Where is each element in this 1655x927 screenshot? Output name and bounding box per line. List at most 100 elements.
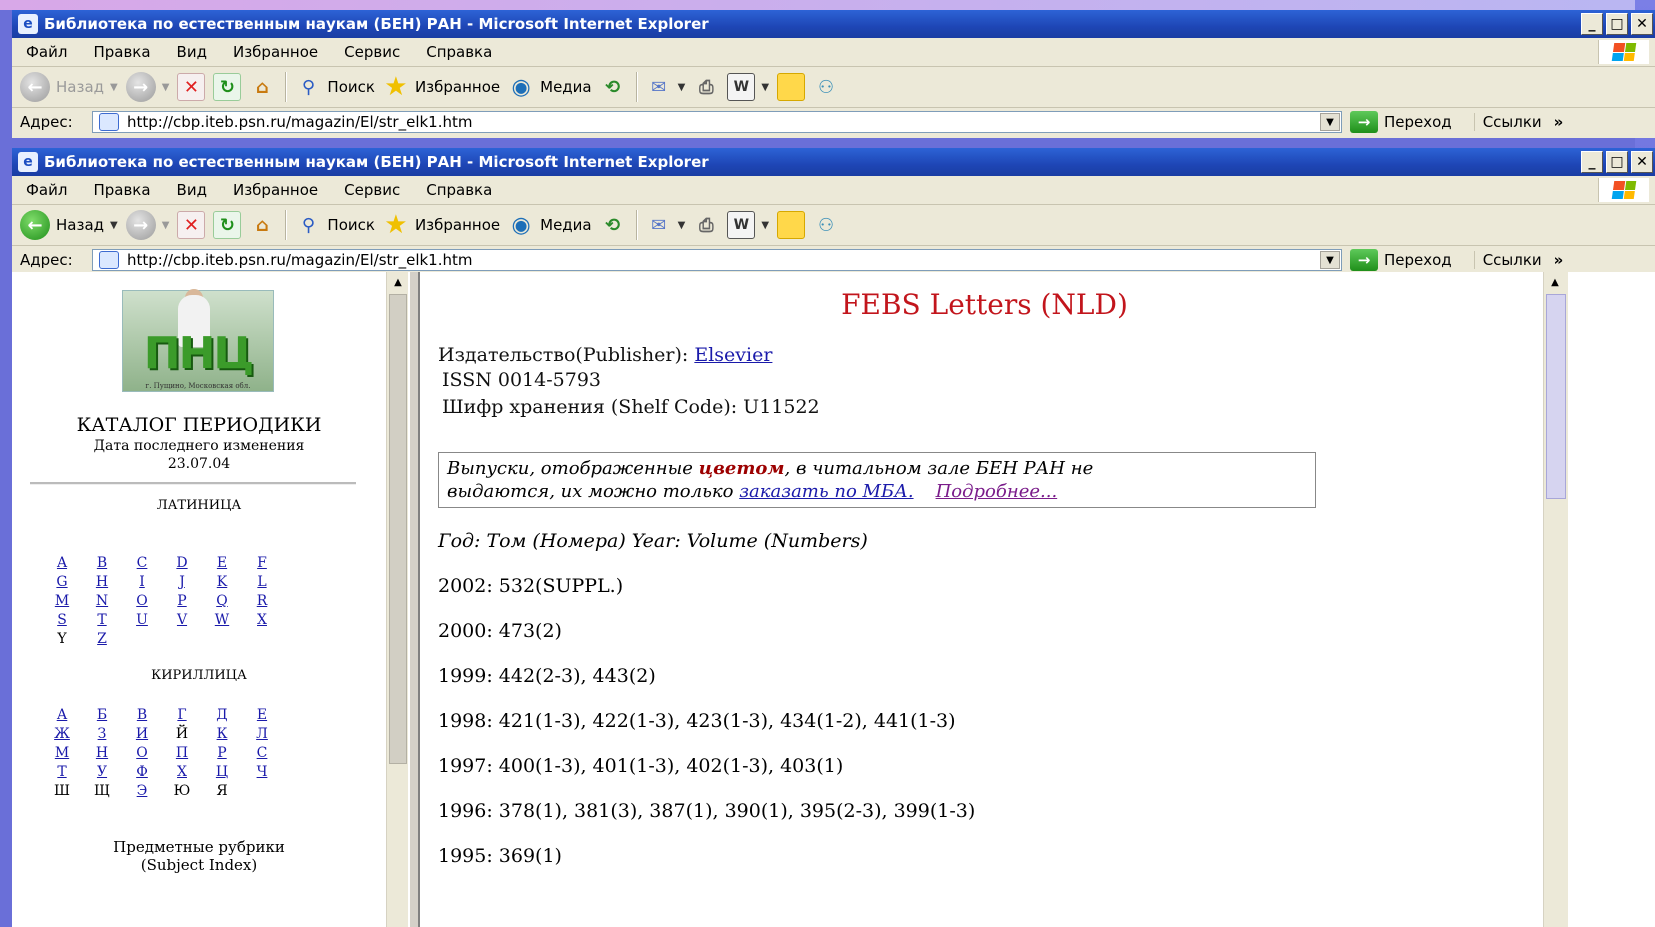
letter-link[interactable]: Э: [122, 782, 162, 800]
letter-link[interactable]: G: [42, 573, 82, 591]
letter-link[interactable]: U: [122, 611, 162, 629]
address-input[interactable]: http://cbp.iteb.psn.ru/magazin/El/str_el…: [92, 111, 1342, 133]
refresh-icon[interactable]: ↻: [213, 73, 242, 101]
chevron-down-icon[interactable]: ▼: [1320, 113, 1340, 131]
letter-link[interactable]: L: [242, 573, 282, 591]
menu-file[interactable]: Файл: [26, 181, 67, 199]
letter-link[interactable]: N: [82, 592, 122, 610]
letter-link[interactable]: Е: [242, 706, 282, 724]
menu-help[interactable]: Справка: [426, 43, 492, 61]
stop-icon[interactable]: ✕: [177, 73, 206, 101]
back-button[interactable]: ← Назад ▼: [20, 210, 118, 240]
letter-link[interactable]: D: [162, 554, 202, 572]
letter-link[interactable]: A: [42, 554, 82, 572]
letter-link[interactable]: W: [202, 611, 242, 629]
chevron-down-icon[interactable]: ▼: [162, 82, 170, 93]
subject-index-link[interactable]: Предметные рубрики (Subject Index): [12, 838, 386, 874]
letter-link[interactable]: P: [162, 592, 202, 610]
mail-icon[interactable]: ✉: [646, 212, 672, 238]
chevron-down-icon[interactable]: ▼: [761, 82, 769, 93]
chevron-down-icon[interactable]: ▼: [110, 220, 118, 231]
forward-button[interactable]: → ▼: [125, 210, 170, 240]
letter-link[interactable]: I: [122, 573, 162, 591]
letter-link[interactable]: Б: [82, 706, 122, 724]
favorites-button[interactable]: ★ Избранное: [383, 72, 500, 102]
close-button[interactable]: ✕: [1631, 151, 1653, 173]
title-bar[interactable]: e Библиотека по естественным наукам (БЕН…: [12, 148, 1655, 176]
chevron-right-icon[interactable]: »: [1554, 113, 1564, 131]
mail-icon[interactable]: ✉: [646, 74, 672, 100]
messenger-icon[interactable]: ⚇: [813, 74, 839, 100]
menu-view[interactable]: Вид: [177, 43, 207, 61]
chevron-down-icon[interactable]: ▼: [678, 220, 686, 231]
letter-link[interactable]: E: [202, 554, 242, 572]
letter-link[interactable]: Р: [202, 744, 242, 762]
letter-link[interactable]: Д: [202, 706, 242, 724]
media-button[interactable]: ◉ Медиа: [508, 212, 592, 238]
letter-link[interactable]: T: [82, 611, 122, 629]
discuss-icon[interactable]: [777, 211, 806, 239]
scrollbar-thumb[interactable]: [1546, 294, 1566, 499]
letter-link[interactable]: K: [202, 573, 242, 591]
go-button[interactable]: → Переход: [1350, 111, 1452, 133]
letter-link[interactable]: В: [122, 706, 162, 724]
chevron-down-icon[interactable]: ▼: [162, 220, 170, 231]
back-button[interactable]: ← Назад ▼: [20, 72, 118, 102]
menu-view[interactable]: Вид: [177, 181, 207, 199]
letter-link[interactable]: О: [122, 744, 162, 762]
chevron-down-icon[interactable]: ▼: [110, 82, 118, 93]
letter-link[interactable]: M: [42, 592, 82, 610]
letter-link[interactable]: Q: [202, 592, 242, 610]
print-icon[interactable]: ⎙: [693, 212, 719, 238]
letter-link[interactable]: Z: [82, 630, 122, 648]
chevron-down-icon[interactable]: ▼: [1320, 251, 1340, 269]
letter-link[interactable]: S: [42, 611, 82, 629]
more-info-link[interactable]: Подробнее...: [936, 481, 1058, 502]
discuss-icon[interactable]: [777, 73, 806, 101]
go-button[interactable]: → Переход: [1350, 249, 1452, 271]
letter-link[interactable]: X: [242, 611, 282, 629]
links-button[interactable]: Ссылки: [1473, 251, 1542, 269]
chevron-down-icon[interactable]: ▼: [761, 220, 769, 231]
search-button[interactable]: ⚲ Поиск: [295, 212, 375, 238]
minimize-button[interactable]: _: [1581, 13, 1603, 35]
letter-link[interactable]: J: [162, 573, 202, 591]
edit-word-icon[interactable]: W: [727, 73, 756, 101]
menu-edit[interactable]: Правка: [93, 43, 150, 61]
menu-edit[interactable]: Правка: [93, 181, 150, 199]
scrollbar-thumb[interactable]: [389, 294, 407, 764]
scroll-up-icon[interactable]: ▲: [1544, 272, 1566, 292]
chevron-right-icon[interactable]: »: [1554, 251, 1564, 269]
title-bar[interactable]: e Библиотека по естественным наукам (БЕН…: [12, 10, 1655, 38]
menu-favorites[interactable]: Избранное: [233, 43, 318, 61]
letter-link[interactable]: Л: [242, 725, 282, 743]
frame-splitter[interactable]: [408, 272, 420, 927]
letter-link[interactable]: Ч: [242, 763, 282, 781]
maximize-button[interactable]: □: [1606, 151, 1628, 173]
browser-window-background[interactable]: e Библиотека по естественным наукам (БЕН…: [12, 10, 1655, 138]
letter-link[interactable]: А: [42, 706, 82, 724]
left-scrollbar[interactable]: ▲: [386, 272, 409, 927]
letter-link[interactable]: Т: [42, 763, 82, 781]
letter-link[interactable]: H: [82, 573, 122, 591]
letter-link[interactable]: П: [162, 744, 202, 762]
stop-icon[interactable]: ✕: [177, 211, 206, 239]
messenger-icon[interactable]: ⚇: [813, 212, 839, 238]
browser-window[interactable]: e Библиотека по естественным наукам (БЕН…: [12, 148, 1655, 927]
letter-link[interactable]: У: [82, 763, 122, 781]
scroll-up-icon[interactable]: ▲: [387, 272, 409, 292]
letter-link[interactable]: C: [122, 554, 162, 572]
letter-link[interactable]: Н: [82, 744, 122, 762]
home-icon[interactable]: ⌂: [249, 212, 275, 238]
home-icon[interactable]: ⌂: [249, 74, 275, 100]
letter-link[interactable]: O: [122, 592, 162, 610]
letter-link[interactable]: К: [202, 725, 242, 743]
edit-word-icon[interactable]: W: [727, 211, 756, 239]
minimize-button[interactable]: _: [1581, 151, 1603, 173]
right-scrollbar[interactable]: ▲: [1543, 272, 1568, 927]
menu-file[interactable]: Файл: [26, 43, 67, 61]
letter-link[interactable]: Г: [162, 706, 202, 724]
menu-help[interactable]: Справка: [426, 181, 492, 199]
history-icon[interactable]: ⟲: [600, 74, 626, 100]
letter-link[interactable]: Ф: [122, 763, 162, 781]
